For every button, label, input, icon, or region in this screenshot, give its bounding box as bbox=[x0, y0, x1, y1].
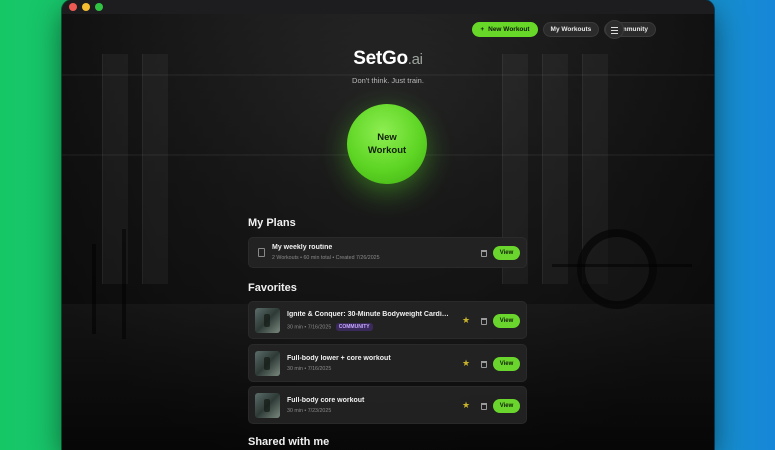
workout-thumbnail bbox=[255, 308, 280, 333]
brand-header: SetGo.ai Don't think. Just train. bbox=[62, 48, 714, 85]
workout-thumbnail bbox=[255, 393, 280, 418]
my-workouts-nav-button[interactable]: My Workouts bbox=[542, 22, 600, 37]
plus-icon: + bbox=[480, 26, 485, 33]
plan-title: My weekly routine bbox=[272, 244, 333, 251]
favorite-meta: 30 min • 7/23/2025 bbox=[287, 408, 332, 414]
favorite-title: Full-body core workout bbox=[287, 397, 365, 404]
trash-icon[interactable] bbox=[481, 361, 487, 368]
minimize-window-button[interactable] bbox=[82, 3, 90, 11]
title-bar bbox=[62, 0, 714, 14]
view-favorite-button[interactable]: View bbox=[493, 357, 520, 371]
star-icon[interactable]: ★ bbox=[462, 401, 470, 410]
shared-with-me-heading: Shared with me bbox=[248, 436, 330, 448]
new-workout-cta-button[interactable]: New Workout bbox=[347, 104, 427, 184]
hamburger-menu-button[interactable] bbox=[605, 20, 624, 39]
plan-meta: 2 Workouts • 60 min total • Created 7/26… bbox=[272, 255, 380, 261]
favorite-title: Full-body lower + core workout bbox=[287, 355, 391, 362]
favorite-card[interactable]: Ignite & Conquer: 30-Minute Bodyweight C… bbox=[248, 301, 527, 339]
setgo-logo: SetGo.ai bbox=[353, 48, 423, 69]
trash-icon[interactable] bbox=[481, 318, 487, 325]
star-icon[interactable]: ★ bbox=[462, 359, 470, 368]
favorites-heading: Favorites bbox=[248, 282, 297, 294]
my-plans-heading: My Plans bbox=[248, 217, 296, 229]
hamburger-icon-line bbox=[611, 27, 618, 28]
trash-icon[interactable] bbox=[481, 250, 487, 257]
favorite-meta: 30 min • 7/16/2025 bbox=[287, 366, 332, 372]
top-navigation: + New Workout My Workouts Community bbox=[472, 22, 680, 37]
star-icon[interactable]: ★ bbox=[462, 316, 470, 325]
plan-card[interactable]: My weekly routine 2 Workouts • 60 min to… bbox=[248, 237, 527, 268]
view-plan-button[interactable]: View bbox=[493, 246, 520, 260]
view-favorite-button[interactable]: View bbox=[493, 314, 520, 328]
new-workout-nav-button[interactable]: + New Workout bbox=[472, 22, 538, 37]
new-workout-nav-label: New Workout bbox=[488, 26, 530, 33]
favorite-card[interactable]: Full-body core workout 30 min • 7/23/202… bbox=[248, 386, 527, 424]
trash-icon[interactable] bbox=[481, 403, 487, 410]
app-window: + New Workout My Workouts Community SetG… bbox=[62, 0, 714, 450]
tagline: Don't think. Just train. bbox=[352, 76, 424, 85]
favorite-title: Ignite & Conquer: 30-Minute Bodyweight C… bbox=[287, 311, 451, 318]
community-badge: COMMUNITY bbox=[335, 323, 373, 331]
cta-label-line2: Workout bbox=[367, 145, 407, 156]
document-icon bbox=[258, 248, 265, 257]
favorite-meta: 30 min • 7/16/2025 COMMUNITY bbox=[287, 323, 373, 331]
close-window-button[interactable] bbox=[69, 3, 77, 11]
favorite-card[interactable]: Full-body lower + core workout 30 min • … bbox=[248, 344, 527, 382]
cta-label-line1: New bbox=[377, 132, 397, 143]
workout-thumbnail bbox=[255, 351, 280, 376]
view-favorite-button[interactable]: View bbox=[493, 399, 520, 413]
maximize-window-button[interactable] bbox=[95, 3, 103, 11]
my-workouts-nav-label: My Workouts bbox=[550, 26, 592, 33]
